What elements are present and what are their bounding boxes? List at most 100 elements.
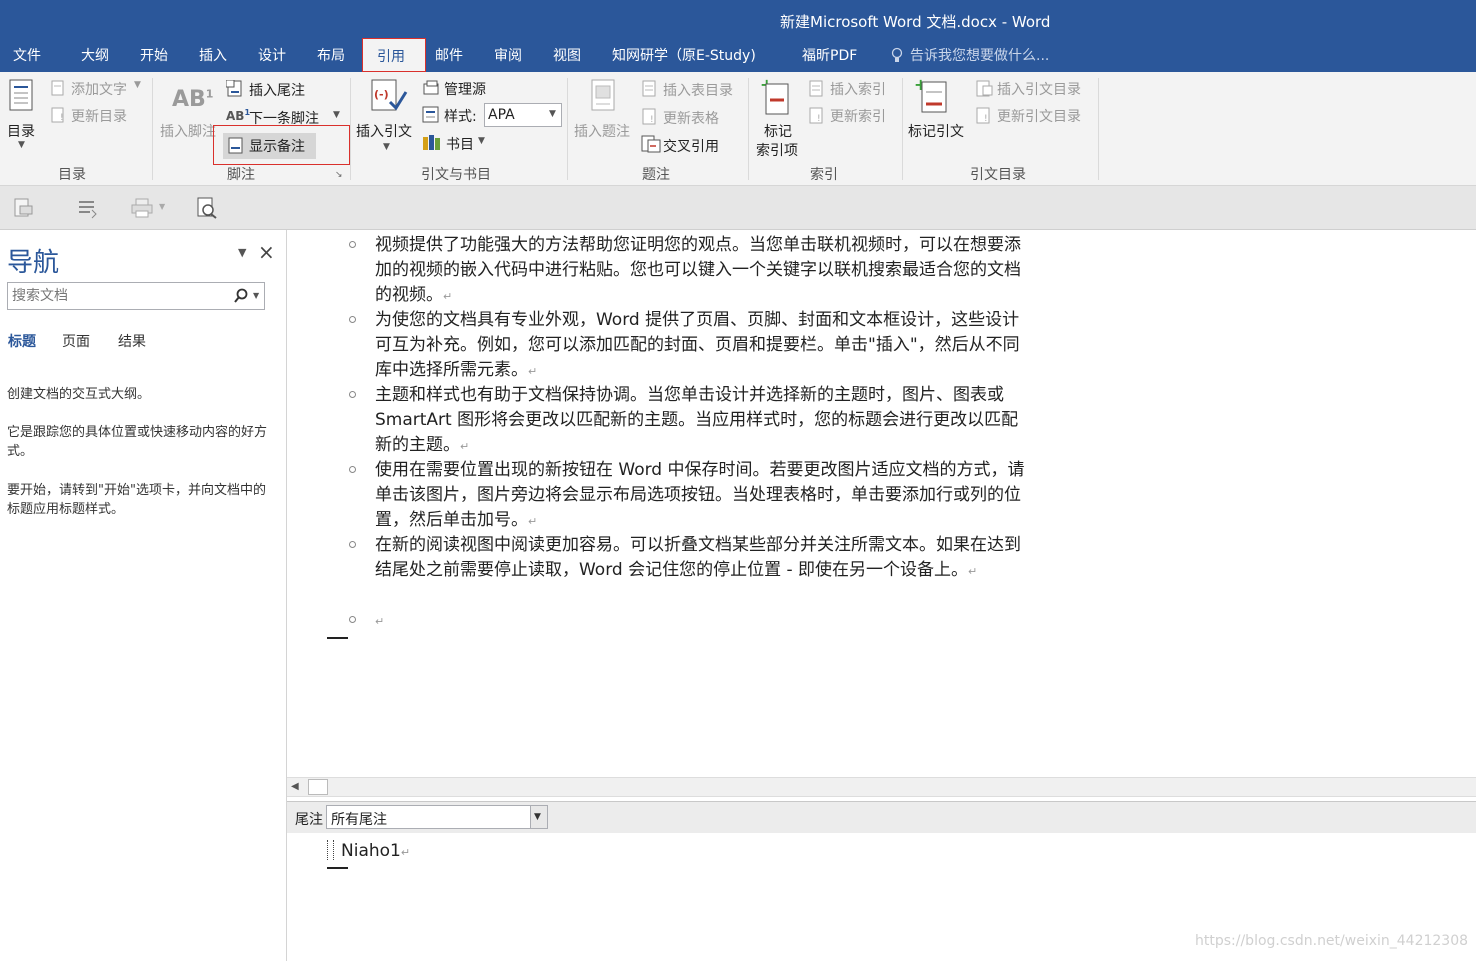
update-toa-button[interactable]: 更新引文目录 — [997, 106, 1081, 126]
nav-options-chevron-icon[interactable]: ▼ — [238, 246, 246, 259]
nav-tab-results[interactable]: 结果 — [118, 331, 146, 351]
print-icon[interactable] — [130, 197, 154, 219]
chevron-down-icon: ▼ — [134, 80, 141, 90]
tab-review[interactable]: 审阅 — [494, 45, 522, 65]
insert-index-icon — [809, 80, 823, 97]
list-bullet — [349, 466, 356, 473]
endnote-label: 尾注 — [295, 812, 323, 828]
style-icon — [422, 106, 439, 123]
list-item[interactable]: 主题和样式也有助于文档保持协调。当您单击设计并选择新的主题时，图片、图表或 Sm… — [375, 383, 1035, 459]
bibliography-icon — [423, 135, 440, 150]
add-text-button[interactable]: 添加文字 — [71, 79, 127, 99]
update-toc-icon: ! — [51, 107, 64, 123]
insert-citation-button[interactable]: 插入引文 — [356, 121, 412, 141]
nav-title: 导航 — [7, 248, 60, 278]
update-toa-icon: ! — [976, 107, 990, 124]
endnote-text-content: Niaho1 — [341, 841, 401, 861]
group-label-index: 索引 — [810, 167, 838, 183]
tab-estudy[interactable]: 知网研学（原E-Study) — [612, 45, 756, 65]
tab-mailings[interactable]: 邮件 — [435, 45, 463, 65]
tab-insert[interactable]: 插入 — [199, 45, 227, 65]
insert-caption-button[interactable]: 插入题注 — [574, 121, 630, 141]
chevron-down-icon: ▼ — [383, 142, 390, 152]
endnote-text[interactable]: Niaho1↵ — [341, 841, 410, 861]
manage-sources-icon — [423, 80, 439, 95]
list-item[interactable]: 在新的阅读视图中阅读更加容易。可以折叠文档某些部分并关注所需文本。如果在达到结尾… — [375, 533, 1035, 584]
close-icon[interactable]: × — [258, 240, 275, 264]
add-text-icon — [51, 80, 64, 96]
mark-entry-button-line1[interactable]: 标记 — [764, 121, 792, 141]
document-area[interactable]: 视频提供了功能强大的方法帮助您证明您的观点。当您单击联机视频时，可以在想要添加的… — [287, 230, 1476, 777]
insert-footnote-button[interactable]: 插入脚注 — [160, 121, 216, 141]
horizontal-scrollbar[interactable]: ◀ — [287, 777, 1476, 797]
group-label-citations: 引文与书目 — [421, 167, 491, 183]
ribbon: 目录 ▼ 添加文字 ▼ ! 更新目录 目录 AB1 插入脚注 插入尾注 AB1 … — [0, 72, 1476, 186]
chevron-down-icon: ▼ — [478, 136, 485, 146]
endnote-select-dropdown[interactable]: ▼ — [530, 806, 547, 828]
insert-toa-icon — [976, 80, 993, 97]
group-separator — [567, 78, 568, 180]
scroll-left-icon[interactable]: ◀ — [291, 781, 299, 792]
insert-caption-icon — [591, 79, 615, 111]
paragraph-mark: ↵ — [968, 565, 978, 578]
search-icon[interactable] — [233, 288, 249, 304]
paragraph-mark: ↵ — [443, 290, 453, 303]
update-toc-button[interactable]: 更新目录 — [71, 106, 127, 126]
insert-toa-button[interactable]: 插入引文目录 — [997, 79, 1081, 99]
mark-citation-button[interactable]: 标记引文 — [908, 121, 964, 141]
endnote-select[interactable]: 所有尾注 ▼ — [326, 805, 548, 829]
paragraph-mark: ↵ — [528, 365, 538, 378]
group-label-captions: 题注 — [642, 167, 670, 183]
tab-references[interactable]: 引用 — [362, 38, 426, 72]
list-item-text: 使用在需要位置出现的新按钮在 Word 中保存时间。若要更改图片适应文档的方式，… — [375, 460, 1025, 530]
toc-button[interactable]: 目录 — [7, 121, 35, 141]
insert-index-button[interactable]: 插入索引 — [830, 79, 886, 99]
nav-search-input[interactable] — [10, 287, 224, 305]
list-item[interactable]: 为使您的文档具有专业外观，Word 提供了页眉、页脚、封面和文本框设计，这些设计… — [375, 308, 1035, 384]
dialog-launcher-icon[interactable]: ↘ — [335, 170, 343, 180]
bibliography-button[interactable]: 书目 — [446, 134, 474, 154]
group-separator — [1098, 78, 1099, 180]
tab-outline[interactable]: 大纲 — [81, 45, 109, 65]
list-item[interactable]: 视频提供了功能强大的方法帮助您证明您的观点。当您单击联机视频时，可以在想要添加的… — [375, 233, 1035, 309]
tell-me-search[interactable]: 告诉我您想要做什么... — [910, 45, 1049, 65]
insert-tof-button[interactable]: 插入表目录 — [663, 80, 733, 100]
tab-file[interactable]: 文件 — [13, 45, 41, 65]
list-item-text: 视频提供了功能强大的方法帮助您证明您的观点。当您单击联机视频时，可以在想要添加的… — [375, 235, 1021, 305]
style-select[interactable]: APA ▼ — [484, 103, 562, 127]
paragraph-mark: ↵ — [400, 846, 411, 859]
group-label-footnotes: 脚注 — [227, 167, 255, 183]
nav-tab-headings[interactable]: 标题 — [8, 331, 36, 351]
tab-view[interactable]: 视图 — [553, 45, 581, 65]
tab-design[interactable]: 设计 — [258, 45, 286, 65]
list-item-text: 主题和样式也有助于文档保持协调。当您单击设计并选择新的主题时，图片、图表或 Sm… — [375, 385, 1019, 455]
update-table-button[interactable]: 更新表格 — [663, 108, 719, 128]
mark-entry-button-line2[interactable]: 索引项 — [756, 140, 798, 160]
list-item-empty[interactable]: ↵ — [375, 608, 1035, 634]
manage-sources-button[interactable]: 管理源 — [444, 79, 486, 99]
zoom-preview-icon[interactable] — [196, 196, 218, 220]
cross-reference-button[interactable]: 交叉引用 — [663, 136, 719, 156]
chevron-down-icon: ▼ — [534, 812, 541, 822]
scroll-thumb[interactable] — [308, 779, 328, 795]
tab-layout[interactable]: 布局 — [317, 45, 345, 65]
chevron-down-icon[interactable]: ▼ — [159, 202, 165, 211]
insert-endnote-icon — [226, 80, 242, 97]
print-preview-icon[interactable] — [12, 197, 34, 219]
update-index-button[interactable]: 更新索引 — [830, 106, 886, 126]
chevron-down-icon[interactable]: ▼ — [253, 291, 259, 300]
insert-endnote-button[interactable]: 插入尾注 — [249, 80, 305, 100]
nav-tab-pages[interactable]: 页面 — [62, 331, 90, 351]
mark-citation-icon: + — [914, 78, 947, 113]
window-title: 新建Microsoft Word 文档.docx - Word — [780, 13, 1051, 31]
list-item[interactable]: 使用在需要位置出现的新按钮在 Word 中保存时间。若要更改图片适应文档的方式，… — [375, 458, 1035, 534]
highlight-box — [213, 125, 350, 165]
tab-references-label: 引用 — [377, 49, 405, 65]
svg-text:!: ! — [650, 115, 654, 125]
tab-foxit-pdf[interactable]: 福昕PDF — [802, 45, 857, 65]
style-label: 样式: — [444, 109, 477, 125]
tab-home[interactable]: 开始 — [140, 45, 168, 65]
list-bullet — [349, 241, 356, 248]
group-label-toc: 目录 — [58, 167, 86, 183]
format-icon[interactable] — [76, 197, 98, 219]
